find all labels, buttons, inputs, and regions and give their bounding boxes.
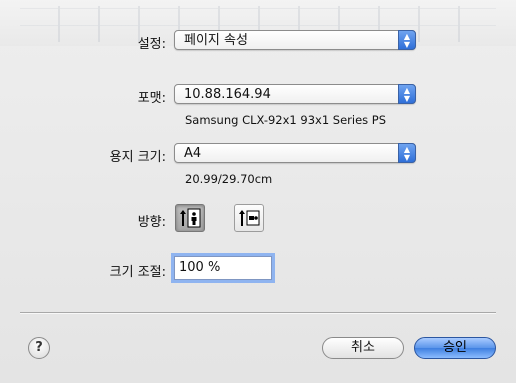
paper-dimensions: 20.99/29.70cm <box>185 172 273 186</box>
scale-input[interactable]: 100 % <box>174 256 272 280</box>
cancel-button[interactable]: 취소 <box>322 337 404 359</box>
popup-arrows-icon: ▲ ▼ <box>398 84 416 104</box>
divider <box>20 312 496 313</box>
scale-label: 크기 조절: <box>109 265 166 280</box>
printer-name: Samsung CLX-92x1 93x1 Series PS <box>185 113 387 127</box>
settings-label: 설정: <box>137 37 166 52</box>
format-for-value: 10.88.164.94 <box>184 87 271 102</box>
format-for-popup[interactable]: 10.88.164.94 ▲ ▼ <box>174 84 416 104</box>
orientation-label: 방향: <box>137 215 166 230</box>
settings-popup[interactable]: 페이지 속성 ▲ ▼ <box>174 30 416 50</box>
popup-arrows-icon: ▲ ▼ <box>398 30 416 50</box>
portrait-orientation-button[interactable] <box>175 204 205 232</box>
paper-size-popup[interactable]: A4 ▲ ▼ <box>174 143 416 163</box>
ok-button[interactable]: 승인 <box>414 337 496 359</box>
landscape-orientation-button[interactable] <box>234 204 264 232</box>
landscape-orientation-icon <box>239 210 260 226</box>
page-setup-dialog: 설정: 페이지 속성 ▲ ▼ 포맷: 10.88.164.94 ▲ ▼ Samsun… <box>0 0 516 383</box>
paper-size-value: A4 <box>184 146 202 161</box>
paper-size-label: 용지 크기: <box>109 150 166 165</box>
settings-value: 페이지 속성 <box>184 33 248 48</box>
popup-arrows-icon: ▲ ▼ <box>398 143 416 163</box>
format-for-label: 포맷: <box>137 91 166 106</box>
help-button[interactable]: ? <box>28 337 50 359</box>
portrait-orientation-icon <box>180 208 201 228</box>
